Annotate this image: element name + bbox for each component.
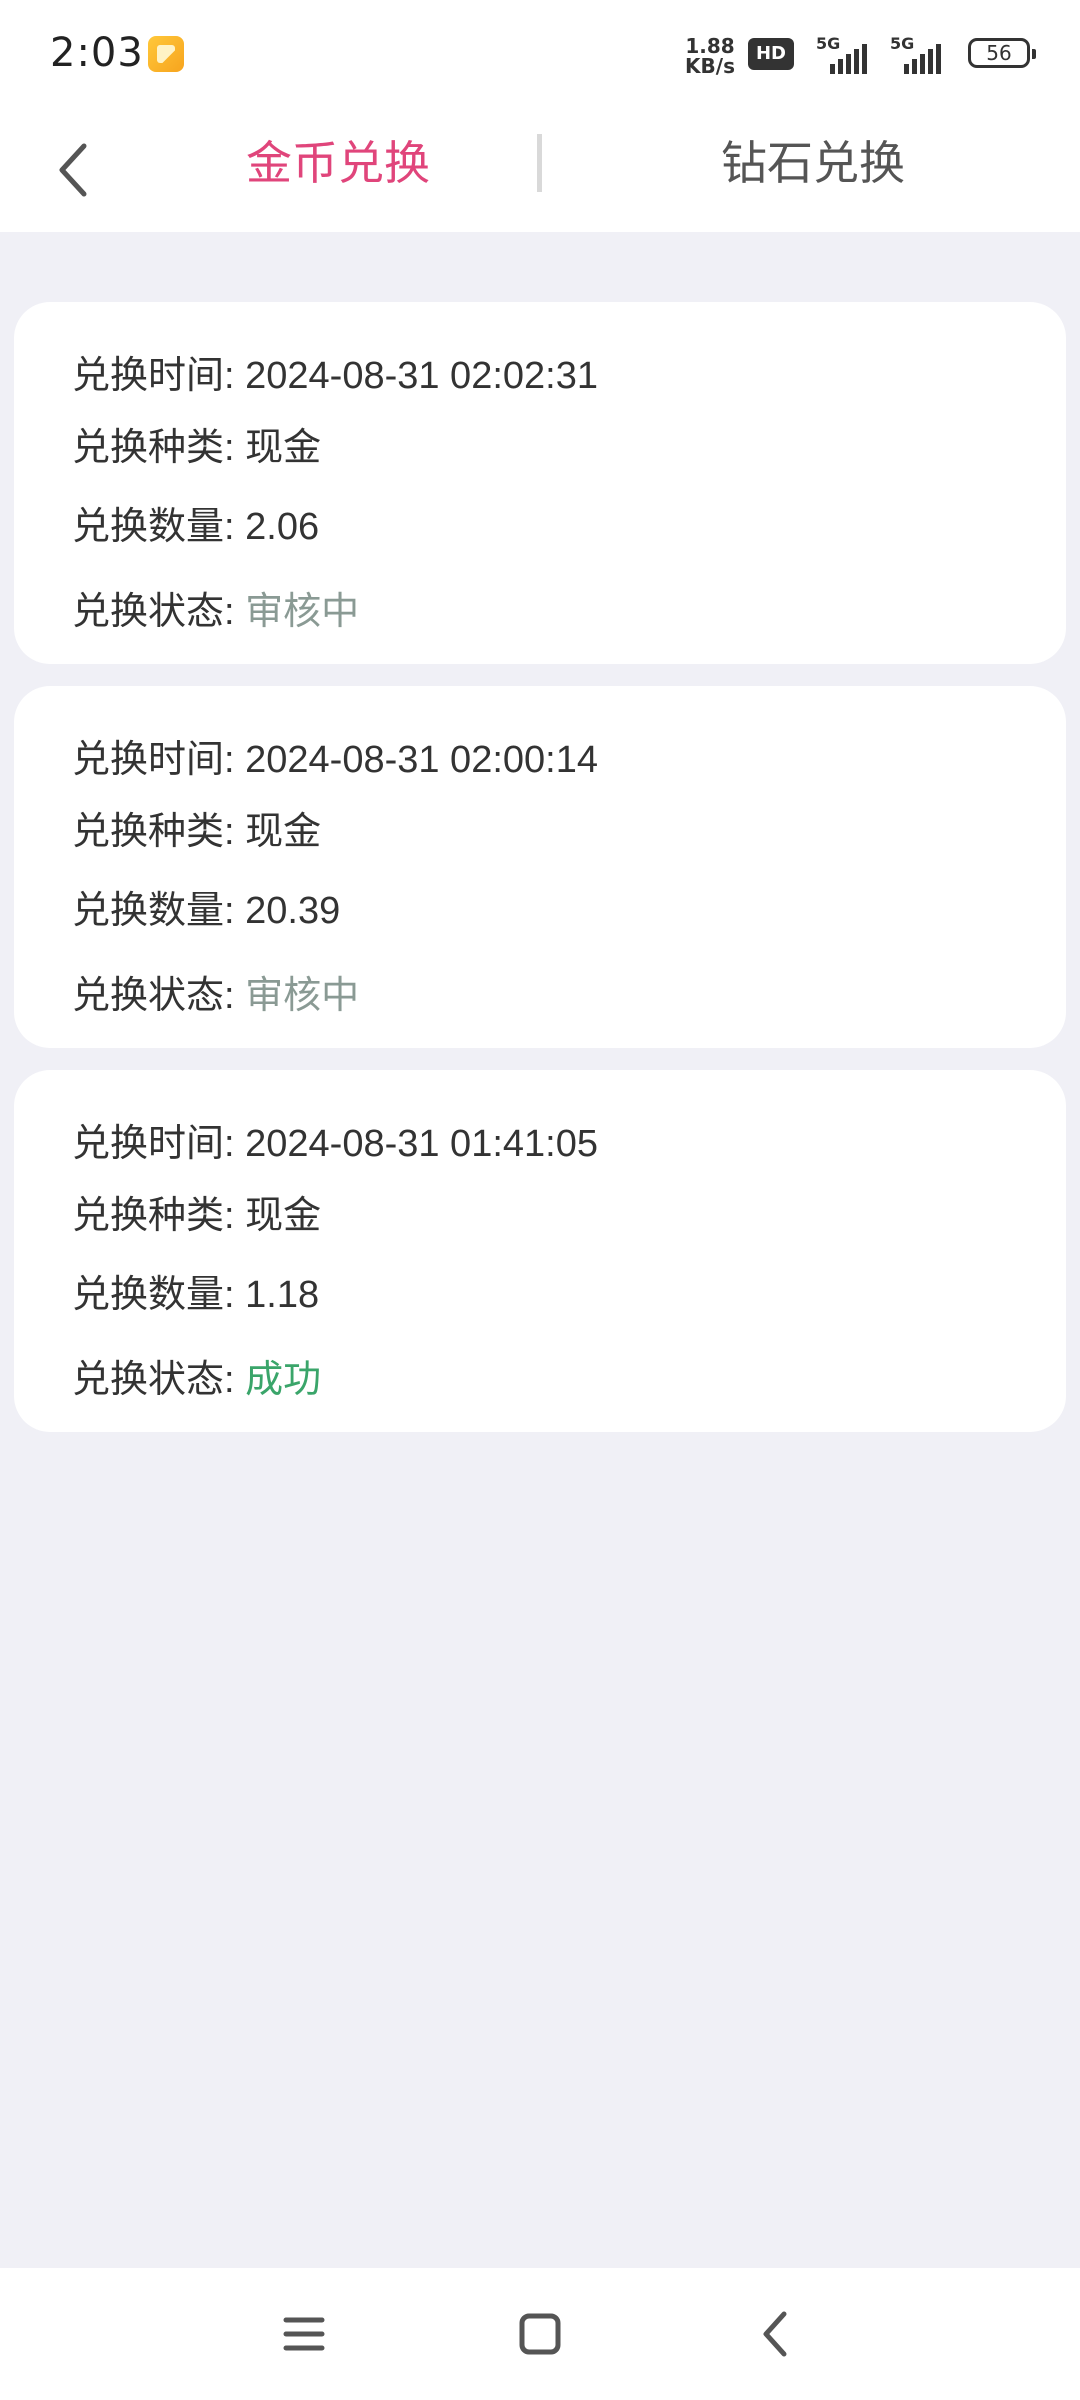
system-nav-bar [0, 2268, 1080, 2400]
tab-divider [537, 134, 542, 192]
record-time-label: 兑换时间: [72, 355, 246, 397]
record-time-row: 兑换时间: 2024-08-31 02:02:31 [72, 344, 598, 399]
system-back-button[interactable] [746, 2304, 806, 2364]
record-time-row: 兑换时间: 2024-08-31 02:00:14 [72, 728, 598, 783]
record-amount-value: 2.06 [245, 506, 320, 548]
record-type-row: 兑换种类: 现金 [72, 416, 321, 471]
home-icon [519, 2313, 561, 2355]
record-type-value: 现金 [245, 427, 322, 469]
record-time-value: 2024-08-31 02:02:31 [245, 355, 598, 397]
exchange-record-list: 兑换时间: 2024-08-31 02:02:31 兑换种类: 现金 兑换数量:… [14, 302, 1066, 1454]
record-status-row: 兑换状态: 审核中 [72, 964, 359, 1019]
signal-icon-2: 5G [890, 34, 960, 74]
record-time-value: 2024-08-31 02:00:14 [245, 739, 598, 781]
exchange-record-card: 兑换时间: 2024-08-31 02:02:31 兑换种类: 现金 兑换数量:… [14, 302, 1066, 664]
record-type-label: 兑换种类: [72, 1195, 246, 1237]
record-time-row: 兑换时间: 2024-08-31 01:41:05 [72, 1112, 598, 1167]
status-bar: 2:03 1.88 KB/s HD 5G 5G 56 [0, 0, 1080, 108]
record-amount-label: 兑换数量: [72, 1274, 246, 1316]
status-time: 2:03 [50, 30, 144, 76]
record-time-label: 兑换时间: [72, 739, 246, 781]
back-button[interactable] [44, 132, 116, 204]
network-speed-unit: KB/s [685, 54, 735, 78]
status-indicators: 1.88 KB/s HD 5G 5G 56 [640, 0, 1080, 108]
record-status-row: 兑换状态: 审核中 [72, 580, 359, 635]
record-status-row: 兑换状态: 成功 [72, 1348, 321, 1403]
record-type-value: 现金 [245, 811, 322, 853]
record-type-value: 现金 [245, 1195, 322, 1237]
exchange-record-card: 兑换时间: 2024-08-31 02:00:14 兑换种类: 现金 兑换数量:… [14, 686, 1066, 1048]
record-status-value: 审核中 [245, 591, 360, 633]
tab-diamond-exchange[interactable]: 钻石兑换 [663, 108, 963, 232]
record-time-value: 2024-08-31 01:41:05 [245, 1123, 598, 1165]
record-type-row: 兑换种类: 现金 [72, 1184, 321, 1239]
record-type-label: 兑换种类: [72, 427, 246, 469]
battery-icon: 56 [968, 38, 1036, 68]
back-icon [763, 2311, 787, 2357]
record-amount-value: 20.39 [245, 890, 341, 932]
signal-icon-1: 5G [816, 34, 886, 74]
menu-button[interactable] [274, 2304, 334, 2364]
record-amount-label: 兑换数量: [72, 506, 246, 548]
menu-icon [283, 2317, 325, 2351]
record-amount-label: 兑换数量: [72, 890, 246, 932]
record-type-label: 兑换种类: [72, 811, 246, 853]
tab-coin-exchange[interactable]: 金币兑换 [188, 108, 488, 232]
hd-badge: HD [748, 38, 794, 70]
record-status-label: 兑换状态: [72, 1359, 246, 1401]
record-amount-row: 兑换数量: 1.18 [72, 1263, 319, 1318]
record-status-label: 兑换状态: [72, 591, 246, 633]
record-time-label: 兑换时间: [72, 1123, 246, 1165]
record-amount-value: 1.18 [245, 1274, 320, 1316]
header: 金币兑换 钻石兑换 [0, 108, 1080, 232]
record-amount-row: 兑换数量: 2.06 [72, 495, 319, 550]
network-speed-value: 1.88 [685, 34, 735, 58]
record-amount-row: 兑换数量: 20.39 [72, 879, 340, 934]
record-status-label: 兑换状态: [72, 975, 246, 1017]
record-status-value: 审核中 [245, 975, 360, 1017]
network-speed: 1.88 KB/s [680, 36, 740, 76]
home-button[interactable] [510, 2304, 570, 2364]
notification-app-icon [148, 36, 184, 72]
record-status-value: 成功 [245, 1359, 322, 1401]
chevron-left-icon [59, 143, 87, 197]
exchange-record-card: 兑换时间: 2024-08-31 01:41:05 兑换种类: 现金 兑换数量:… [14, 1070, 1066, 1432]
record-type-row: 兑换种类: 现金 [72, 800, 321, 855]
